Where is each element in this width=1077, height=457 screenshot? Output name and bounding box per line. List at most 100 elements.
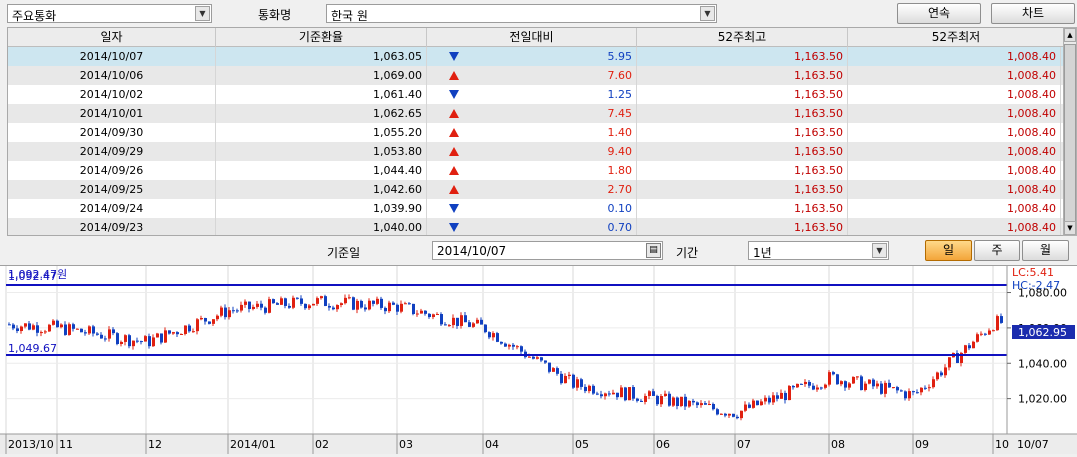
cell-52w-low: 1,008.40 [848, 161, 1061, 180]
x-tick-label: 11 [59, 438, 73, 451]
candle-body [100, 334, 103, 339]
table-scrollbar[interactable]: ▲ ▼ [1063, 27, 1077, 236]
candle-body [52, 320, 55, 325]
candle-body [216, 315, 219, 320]
scroll-up-arrow-icon[interactable]: ▲ [1064, 28, 1076, 42]
triangle-up-icon [449, 71, 459, 80]
table-row[interactable]: 2014/10/07 1,063.05 5.95 1,163.50 1,008.40 [8, 47, 1063, 66]
candle-body [964, 345, 967, 353]
cell-52w-high: 1,163.50 [637, 142, 848, 161]
currency-label: 통화명 [258, 8, 292, 22]
table-row[interactable]: 2014/09/23 1,040.00 0.70 1,163.50 1,008.40 [8, 218, 1063, 235]
table-row[interactable]: 2014/10/02 1,061.40 1.25 1,163.50 1,008.40 [8, 85, 1063, 104]
cell-change: 7.60 [427, 66, 637, 85]
cell-52w-high: 1,163.50 [637, 199, 848, 218]
candle-body [620, 387, 623, 398]
cell-change-value: 9.40 [607, 145, 633, 158]
table-row[interactable]: 2014/09/30 1,055.20 1.40 1,163.50 1,008.40 [8, 123, 1063, 142]
candle-body [688, 400, 691, 407]
candle-body [412, 303, 415, 315]
table-row[interactable]: 2014/10/06 1,069.00 7.60 1,163.50 1,008.40 [8, 66, 1063, 85]
scroll-thumb[interactable] [1064, 44, 1076, 222]
candle-body [416, 313, 419, 315]
base-date-field[interactable]: 2014/10/07 ▤ [432, 241, 663, 260]
candle-body [300, 298, 303, 304]
candle-body [792, 385, 795, 388]
candle-body [544, 360, 547, 363]
candle-body [752, 400, 755, 408]
category-select[interactable]: 주요통화 ▼ [7, 4, 212, 23]
candle-body [744, 404, 747, 411]
candle-body [432, 314, 435, 318]
candle-body [604, 393, 607, 397]
candle-body [16, 328, 19, 332]
monthly-button[interactable]: 월 [1022, 240, 1069, 261]
x-tick-label: 07 [737, 438, 751, 451]
chevron-down-icon[interactable]: ▼ [872, 243, 887, 258]
candle-body [560, 373, 563, 384]
table-row[interactable]: 2014/09/26 1,044.40 1.80 1,163.50 1,008.40 [8, 161, 1063, 180]
candle-body [360, 300, 363, 308]
cell-52w-high: 1,163.50 [637, 66, 848, 85]
calendar-icon[interactable]: ▤ [646, 243, 661, 258]
table-row[interactable]: 2014/09/25 1,042.60 2.70 1,163.50 1,008.40 [8, 180, 1063, 199]
candle-body [720, 413, 723, 415]
cell-52w-low: 1,008.40 [848, 66, 1061, 85]
candle-body [564, 375, 567, 384]
header-52w-high[interactable]: 52주최고 [637, 28, 848, 47]
candle-body [784, 392, 787, 401]
candle-body [32, 325, 35, 330]
candle-body [676, 397, 679, 407]
table-row[interactable]: 2014/10/01 1,062.65 7.45 1,163.50 1,008.40 [8, 104, 1063, 123]
table-row[interactable]: 2014/09/29 1,053.80 9.40 1,163.50 1,008.40 [8, 142, 1063, 161]
candle-body [408, 303, 411, 305]
header-52w-low[interactable]: 52주최저 [848, 28, 1063, 47]
chart-button[interactable]: 차트 [991, 3, 1075, 24]
header-change[interactable]: 전일대비 [427, 28, 637, 47]
candle-body [492, 333, 495, 338]
period-select[interactable]: 1년 ▼ [748, 241, 889, 260]
candle-body [292, 297, 295, 308]
candle-body [420, 310, 423, 314]
chevron-down-icon[interactable]: ▼ [195, 6, 210, 21]
table-row[interactable]: 2014/09/24 1,039.90 0.10 1,163.50 1,008.40 [8, 199, 1063, 218]
currency-select[interactable]: 한국 원 ▼ [326, 4, 717, 23]
candle-body [900, 390, 903, 392]
scroll-down-arrow-icon[interactable]: ▼ [1064, 221, 1076, 235]
candle-body [988, 330, 991, 335]
cell-52w-low: 1,008.40 [848, 123, 1061, 142]
header-rate[interactable]: 기준환율 [216, 28, 427, 47]
header-date[interactable]: 일자 [8, 28, 216, 47]
candle-body [288, 305, 291, 308]
candle-body [392, 302, 395, 305]
candle-body [444, 324, 447, 326]
candle-body [764, 397, 767, 402]
chevron-down-icon[interactable]: ▼ [700, 6, 715, 21]
candlestick-chart[interactable]: 1,092.47원 1,092.47 1,049.67 LC:5.41 HC:-… [0, 265, 1077, 454]
daily-button[interactable]: 일 [925, 240, 972, 261]
candle-body [80, 328, 83, 333]
cell-change-value: 0.10 [607, 202, 633, 215]
x-tick-label: 10 [995, 438, 1009, 451]
candle-body [840, 381, 843, 385]
candle-body [664, 393, 667, 397]
cell-change: 2.70 [427, 180, 637, 199]
x-tick-label: 02 [315, 438, 329, 451]
candle-body [652, 391, 655, 396]
candle-body [456, 317, 459, 326]
candle-body [212, 319, 215, 324]
cell-52w-high: 1,163.50 [637, 123, 848, 142]
candle-body [732, 413, 735, 417]
candle-body [152, 337, 155, 347]
weekly-button[interactable]: 주 [974, 240, 1020, 261]
candle-body [464, 315, 467, 323]
candle-body [396, 304, 399, 312]
continuous-button[interactable]: 연속 [897, 3, 981, 24]
cell-date: 2014/10/01 [8, 104, 216, 123]
cell-rate: 1,053.80 [216, 142, 427, 161]
candle-body [588, 385, 591, 392]
candle-body [268, 299, 271, 313]
cell-change-value: 2.70 [607, 183, 633, 196]
candle-body [616, 392, 619, 398]
candle-body [112, 329, 115, 334]
